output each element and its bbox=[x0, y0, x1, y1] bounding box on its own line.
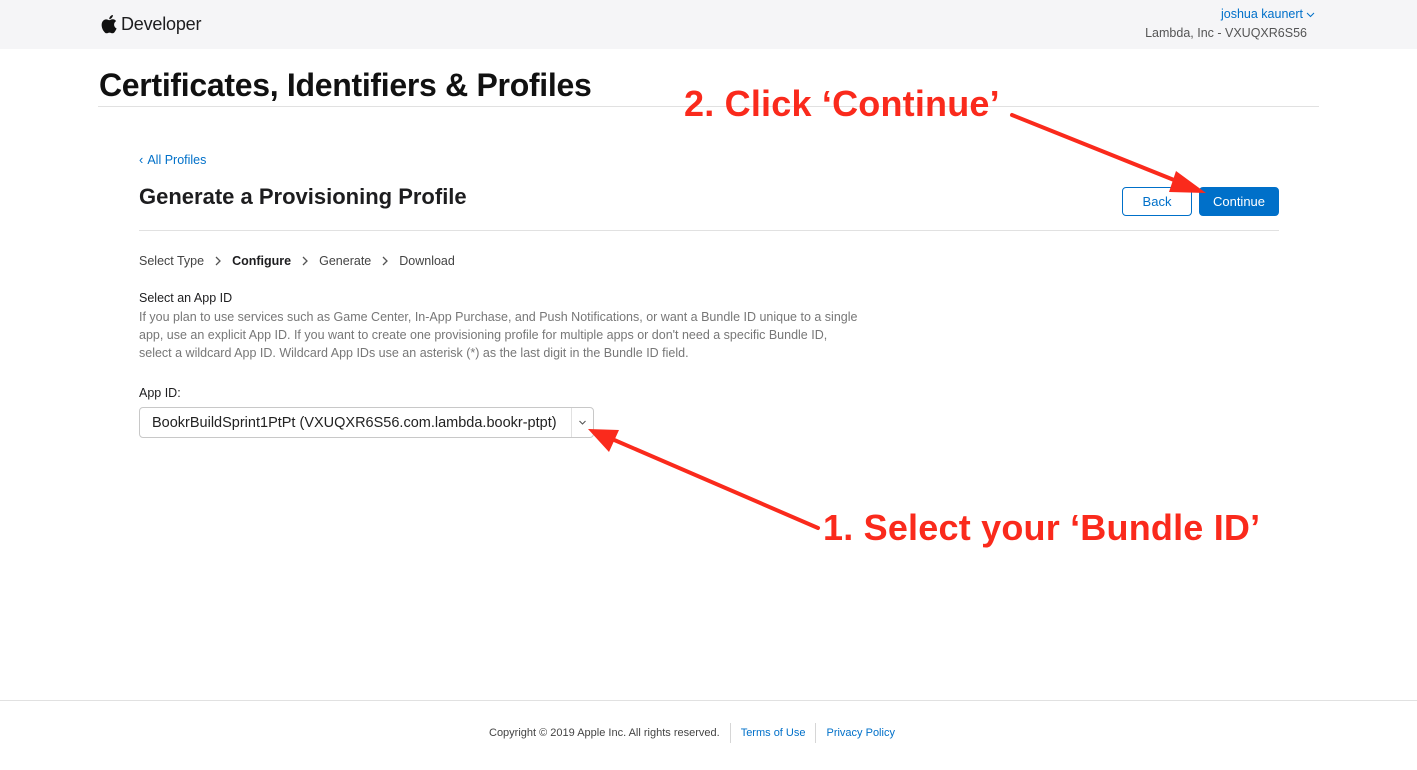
annotation-click-continue: 2. Click ‘Continue’ bbox=[684, 83, 1000, 124]
chevron-right-icon bbox=[382, 256, 389, 266]
developer-home-link[interactable]: Developer bbox=[100, 11, 201, 37]
chevron-down-icon bbox=[579, 420, 586, 425]
select-toggle[interactable] bbox=[571, 408, 593, 437]
chevron-left-icon: ‹ bbox=[139, 152, 144, 167]
back-link-label: All Profiles bbox=[147, 152, 207, 167]
user-name: joshua kaunert bbox=[1220, 7, 1303, 21]
arrow-to-continue bbox=[1010, 113, 1206, 193]
step-generate: Generate bbox=[319, 254, 372, 268]
footer-divider bbox=[0, 700, 1417, 701]
annotation-select-bundle-id: 1. Select your ‘Bundle ID’ bbox=[823, 507, 1261, 548]
page-title: Certificates, Identifiers & Profiles bbox=[99, 67, 592, 103]
app-id-label: App ID: bbox=[139, 386, 181, 400]
footer-separator bbox=[815, 723, 817, 743]
step-download: Download bbox=[399, 254, 455, 268]
terms-of-use-link[interactable]: Terms of Use bbox=[741, 727, 806, 739]
global-header: Developer joshua kaunert Lambda, Inc - V… bbox=[0, 0, 1417, 49]
brand-name: Developer bbox=[121, 13, 202, 34]
step-breadcrumb: Select Type Configure Generate Download bbox=[139, 254, 455, 268]
step-configure: Configure bbox=[232, 254, 292, 268]
apple-logo-icon bbox=[101, 15, 117, 34]
footer-separator bbox=[729, 723, 731, 743]
back-button[interactable]: Back bbox=[1122, 187, 1192, 216]
account-menu[interactable]: joshua kaunert bbox=[1221, 7, 1315, 21]
app-id-selected-value: BookrBuildSprint1PtPt (VXUQXR6S56.com.la… bbox=[152, 414, 557, 431]
section-title: Generate a Provisioning Profile bbox=[139, 184, 467, 209]
step-select-type: Select Type bbox=[139, 254, 205, 268]
all-profiles-link[interactable]: ‹ All Profiles bbox=[139, 152, 206, 167]
app-id-select[interactable]: BookrBuildSprint1PtPt (VXUQXR6S56.com.la… bbox=[139, 407, 594, 438]
continue-button[interactable]: Continue bbox=[1199, 187, 1279, 216]
copyright-text: Copyright © 2019 Apple Inc. All rights r… bbox=[489, 727, 720, 739]
arrow-to-select bbox=[588, 429, 820, 530]
select-app-id-heading: Select an App ID bbox=[139, 291, 233, 305]
global-footer: Copyright © 2019 Apple Inc. All rights r… bbox=[489, 723, 895, 743]
chevron-down-icon bbox=[1306, 12, 1315, 17]
app-id-description: If you plan to use services such as Game… bbox=[139, 310, 858, 360]
chevron-right-icon bbox=[302, 256, 309, 266]
team-name: Lambda, Inc - VXUQXR6S56 bbox=[1145, 26, 1307, 40]
privacy-policy-link[interactable]: Privacy Policy bbox=[826, 727, 894, 739]
chevron-right-icon bbox=[215, 256, 222, 266]
section-divider bbox=[139, 230, 1279, 231]
